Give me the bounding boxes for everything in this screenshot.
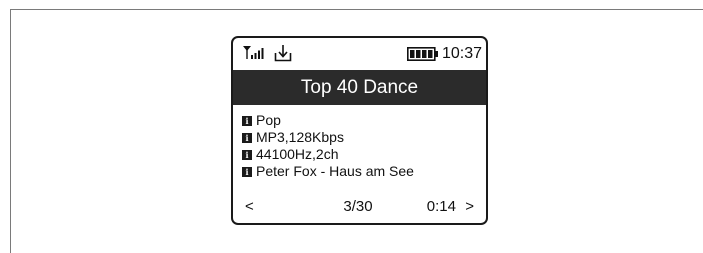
info-now-playing-text: Peter Fox - Haus am See	[256, 163, 414, 179]
status-bar: 10:37	[233, 38, 486, 70]
next-button[interactable]: >	[465, 198, 474, 215]
station-title: Top 40 Dance	[233, 70, 486, 105]
info-sample-rate: i 44100Hz,2ch	[242, 146, 414, 163]
info-genre-text: Pop	[256, 112, 281, 128]
frame-left-line	[10, 9, 11, 253]
info-format: i MP3,128Kbps	[242, 129, 414, 146]
info-format-text: MP3,128Kbps	[256, 129, 344, 145]
playback-footer: < 3/30 0:14 >	[233, 198, 486, 218]
info-icon: i	[242, 149, 252, 160]
info-icon: i	[242, 166, 252, 177]
radio-display: 10:37 Top 40 Dance i Pop i MP3,128Kbps i…	[231, 36, 488, 225]
clock-time: 10:37	[442, 45, 483, 62]
elapsed-time: 0:14	[426, 198, 456, 215]
info-icon: i	[242, 115, 252, 126]
previous-button[interactable]: <	[245, 198, 254, 215]
info-icon: i	[242, 132, 252, 143]
track-info-list: i Pop i MP3,128Kbps i 44100Hz,2ch i Pete…	[242, 112, 414, 180]
info-sample-rate-text: 44100Hz,2ch	[256, 146, 339, 162]
frame-top-line	[10, 9, 703, 10]
download-icon	[274, 45, 292, 62]
signal-strength-icon	[243, 46, 264, 59]
info-now-playing: i Peter Fox - Haus am See	[242, 163, 414, 180]
track-counter: 3/30	[343, 198, 373, 215]
battery-full-icon	[407, 47, 438, 61]
info-genre: i Pop	[242, 112, 414, 129]
